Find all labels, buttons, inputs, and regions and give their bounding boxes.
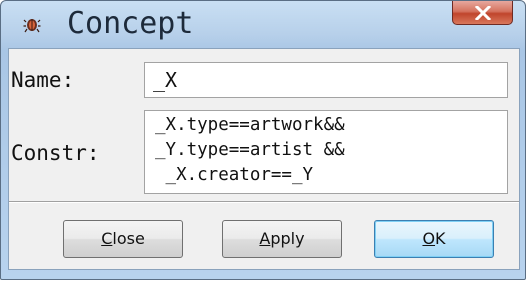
apply-button[interactable]: Apply bbox=[222, 220, 342, 258]
divider bbox=[9, 201, 519, 203]
title-bar[interactable]: Concept bbox=[1, 1, 525, 47]
constraint-line: _X.creator==_Y bbox=[155, 165, 314, 185]
close-x-icon bbox=[475, 6, 491, 20]
constraint-textarea[interactable]: _X.type==artwork&& _Y.type==artist && _X… bbox=[144, 110, 508, 194]
bug-icon bbox=[23, 15, 41, 33]
close-button[interactable]: Close bbox=[63, 220, 183, 258]
window-title: Concept bbox=[67, 6, 194, 41]
name-label: Name: bbox=[11, 68, 75, 92]
constraint-line: _Y.type==artist && bbox=[155, 140, 345, 160]
dialog-body: Name: Constr: _X.type==artwork&& _Y.type… bbox=[8, 48, 520, 270]
constraint-line: _X.type==artwork&& bbox=[155, 115, 345, 135]
constr-label: Constr: bbox=[11, 141, 100, 165]
name-input[interactable] bbox=[144, 62, 508, 98]
ok-button[interactable]: OK bbox=[374, 220, 494, 258]
window-close-button[interactable] bbox=[452, 1, 513, 25]
concept-dialog: Concept Name: Constr: _X.type==artwork&&… bbox=[0, 0, 526, 280]
